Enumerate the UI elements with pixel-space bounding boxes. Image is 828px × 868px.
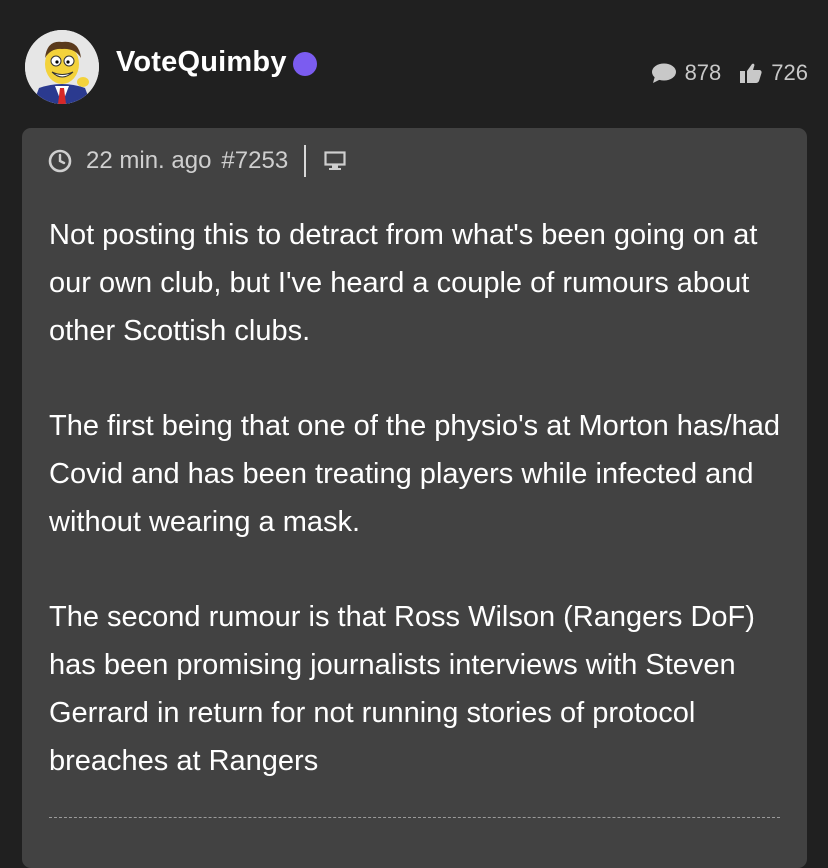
post-paragraph-2: The first being that one of the physio's… [49, 410, 780, 538]
post-timestamp[interactable]: 22 min. ago [86, 147, 211, 175]
post-number[interactable]: #7253 [221, 147, 288, 175]
post-body: Not posting this to detract from what's … [49, 212, 789, 833]
post-header: VoteQuimby 878 726 [0, 0, 828, 125]
online-status-icon [292, 51, 317, 76]
comment-count: 878 [684, 60, 722, 85]
post-paragraph-1: Not posting this to detract from what's … [49, 219, 758, 347]
clock-icon [48, 149, 72, 173]
post-paragraph-3: The second rumour is that Ross Wilson (R… [49, 601, 755, 777]
meta-divider [304, 145, 307, 177]
thumbs-up-icon [740, 63, 762, 83]
username[interactable]: VoteQuimby [116, 46, 287, 79]
user-avatar[interactable] [25, 30, 99, 104]
post-signature-divider [49, 817, 780, 818]
user-stats: 878 726 [651, 60, 808, 86]
post-card: 22 min. ago #7253 Not posting this to de… [22, 128, 807, 868]
like-count-stat: 726 [739, 60, 808, 86]
cartoon-avatar-icon [25, 30, 99, 104]
speech-bubble-icon [651, 63, 676, 83]
desktop-monitor-icon [324, 151, 346, 170]
post-meta: 22 min. ago #7253 [48, 144, 346, 178]
like-count: 726 [771, 60, 808, 85]
comment-count-stat: 878 [651, 60, 722, 86]
username-row: VoteQuimby [116, 46, 317, 79]
